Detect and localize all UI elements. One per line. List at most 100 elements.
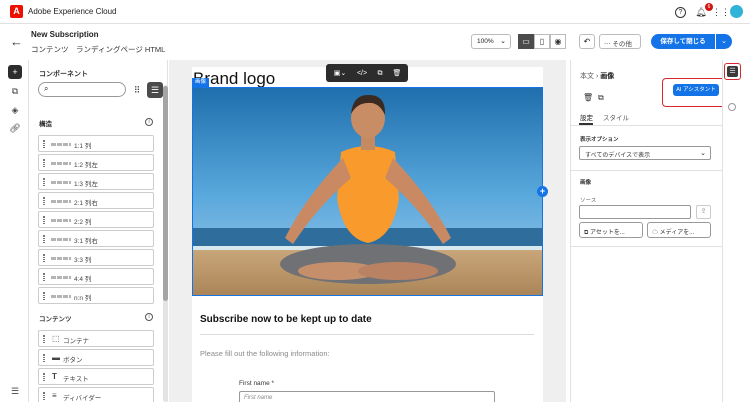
ai-assistant-tooltip: AI アシスタント	[673, 84, 719, 96]
list-view-icon[interactable]: ☰	[147, 82, 163, 98]
zoom-value: 100%	[477, 38, 494, 45]
history-icon[interactable]	[728, 103, 736, 111]
editor-header: ← New Subscription コンテンツ ランディングページ HTML …	[0, 25, 750, 60]
components-panel: コンポーネント ⌕ ⠿ ☰ 構造 i 1:1 列 1:2 列左 1:3 列左 2…	[30, 60, 168, 402]
grid-view-icon[interactable]: ⠿	[130, 83, 144, 97]
properties-panel-icon[interactable]: ☰	[727, 66, 738, 77]
panel-scrollbar-thumb[interactable]	[163, 86, 168, 301]
section-divider	[570, 170, 722, 171]
more-label: その他	[612, 41, 632, 48]
content-section-title: コンテンツ	[39, 316, 72, 323]
content-item-label: コンテナ	[63, 338, 89, 345]
section-divider	[570, 246, 722, 247]
structure-item-label: 3:1 列右	[74, 238, 98, 245]
structure-item[interactable]: 1:2 列左	[38, 154, 154, 171]
structure-item-label: 1:2 列左	[74, 162, 98, 169]
first-name-input[interactable]: First name	[239, 391, 495, 402]
add-components-icon[interactable]: +	[8, 65, 22, 79]
undo-button[interactable]: ↶	[579, 34, 595, 49]
more-button[interactable]: ⋯ その他	[599, 34, 641, 49]
link-icon[interactable]: 🔗︎	[8, 121, 22, 135]
structure-item[interactable]: 1:1 列	[38, 135, 154, 152]
content-item-label: ディバイダー	[63, 395, 102, 402]
first-name-label: First name *	[239, 380, 275, 387]
adobe-logo[interactable]: A	[10, 5, 23, 18]
image-block-tag[interactable]: 画像	[192, 78, 210, 87]
image-options-icon[interactable]: ▣⌄	[331, 68, 349, 79]
component-search-input[interactable]: ⌕	[38, 82, 126, 97]
structure-item[interactable]: n:n 列	[38, 287, 154, 304]
container-icon: ⬚	[52, 334, 60, 343]
avatar[interactable]	[730, 5, 743, 18]
content-item-divider[interactable]: ≡ ディバイダー	[38, 387, 154, 402]
tab-style[interactable]: スタイル	[603, 112, 629, 122]
top-bar: A Adobe Experience Cloud ? 🔔︎ 6 ⋮⋮	[0, 0, 750, 24]
preview-eye-button[interactable]: ◉	[550, 34, 566, 49]
duplicate-icon[interactable]: ⧉	[374, 68, 386, 79]
apps-grid-icon[interactable]: ⋮⋮	[712, 5, 730, 19]
search-icon: ⌕	[44, 84, 49, 93]
content-item-button[interactable]: ▬ ボタン	[38, 349, 154, 366]
content-item-container[interactable]: ⬚ コンテナ	[38, 330, 154, 347]
assets-icon[interactable]: ⧉	[8, 84, 22, 98]
upload-icon[interactable]: ⇪	[696, 205, 711, 219]
properties-breadcrumb: 本文 › 画像	[580, 73, 615, 80]
chevron-down-icon: ⌄	[500, 38, 506, 45]
delete-icon[interactable]: 🗑︎	[583, 93, 593, 102]
subscribe-heading[interactable]: Subscribe now to be kept up to date	[200, 314, 372, 325]
structure-item[interactable]: 3:3 列	[38, 249, 154, 266]
help-icon[interactable]: ?	[675, 7, 686, 18]
tab-settings[interactable]: 設定	[580, 112, 593, 122]
breadcrumb-parent[interactable]: 本文	[580, 73, 594, 80]
structure-item[interactable]: 2:2 列	[38, 211, 154, 228]
asset-button-label: アセットを...	[589, 230, 625, 236]
structure-item-label: 1:1 列	[74, 143, 92, 150]
image-section-label: 画像	[580, 180, 592, 186]
structure-item[interactable]: 3:1 列右	[38, 230, 154, 247]
back-arrow-icon[interactable]: ←	[10, 34, 23, 49]
document-title: New Subscription	[31, 30, 99, 39]
content-item-label: テキスト	[63, 376, 89, 383]
structure-item[interactable]: 4:4 列	[38, 268, 154, 285]
save-and-close-button[interactable]: 保存して閉じる	[651, 34, 715, 49]
content-item-text[interactable]: T テキスト	[38, 368, 154, 385]
save-dropdown-button[interactable]: ⌄	[716, 34, 732, 49]
display-options-label: 表示オプション	[580, 137, 619, 143]
structure-item-label: 1:3 列左	[74, 181, 98, 188]
structure-item-label: 2:2 列	[74, 219, 92, 226]
structure-item[interactable]: 2:1 列右	[38, 192, 154, 209]
structure-item-label: n:n 列	[74, 295, 92, 302]
components-title: コンポーネント	[39, 71, 88, 78]
zoom-select[interactable]: 100% ⌄	[471, 34, 511, 49]
settings-list-icon[interactable]: ☰	[8, 384, 22, 398]
form-instructions[interactable]: Please fill out the following informatio…	[200, 349, 330, 358]
yoga-photo	[193, 88, 542, 295]
display-options-select[interactable]: すべてのデバイスで表示 ⌄	[579, 146, 711, 160]
source-input[interactable]	[579, 205, 691, 219]
structure-section-title: 構造	[39, 121, 52, 128]
first-name-placeholder: First name	[244, 395, 273, 401]
media-button-label: メディアを...	[659, 230, 695, 236]
right-rail	[722, 60, 750, 402]
add-block-plus-icon[interactable]: +	[537, 186, 548, 197]
divider	[200, 334, 534, 335]
media-button[interactable]: ☁ メディアを...	[647, 222, 711, 238]
info-icon[interactable]: i	[145, 313, 153, 321]
text-icon: T	[52, 372, 57, 381]
info-icon[interactable]: i	[145, 118, 153, 126]
hero-image[interactable]	[192, 87, 543, 296]
structure-item-label: 3:3 列	[74, 257, 92, 264]
chevron-down-icon: ⌄	[700, 150, 706, 157]
duplicate-icon[interactable]: ⧉	[598, 93, 604, 103]
display-select-value: すべてのデバイスで表示	[585, 153, 651, 159]
desktop-view-button[interactable]: ▭	[518, 34, 534, 49]
asset-button[interactable]: ⧉ アセットを...	[579, 222, 643, 238]
breadcrumb: コンテンツ ランディングページ HTML	[31, 45, 166, 54]
layers-icon[interactable]: ◈	[8, 103, 22, 117]
tab-divider	[570, 125, 722, 126]
code-icon[interactable]: </>	[356, 68, 368, 79]
structure-item[interactable]: 1:3 列左	[38, 173, 154, 190]
delete-icon[interactable]: 🗑︎	[391, 68, 403, 79]
mobile-view-button[interactable]: ▯	[534, 34, 550, 49]
button-icon: ▬	[52, 353, 60, 362]
